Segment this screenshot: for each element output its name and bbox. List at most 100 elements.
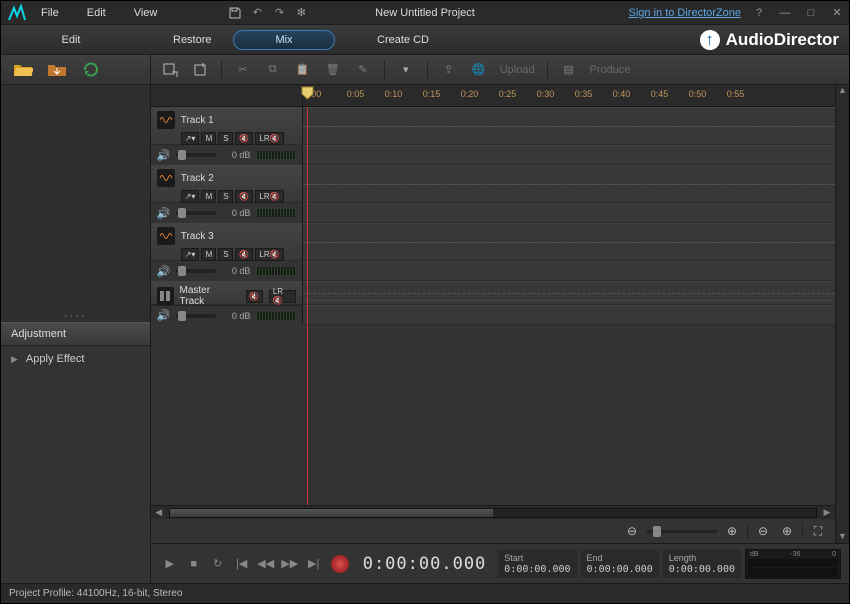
track-lane[interactable] <box>303 107 835 144</box>
add-clip-icon[interactable] <box>161 61 179 79</box>
speaker-icon[interactable]: 🔇 <box>235 190 253 203</box>
goto-start-button[interactable]: |◀ <box>231 553 253 575</box>
automation-icon[interactable]: ↗▾ <box>181 248 200 261</box>
track-lane[interactable] <box>303 305 835 324</box>
goto-end-button[interactable]: ▶| <box>303 553 325 575</box>
mute-button[interactable]: M <box>201 248 216 261</box>
lr-button[interactable]: LR🔇 <box>255 132 283 145</box>
tab-create-cd[interactable]: Create CD <box>363 25 443 55</box>
track-header: Track 3 ↗▾ M S 🔇 LR🔇 <box>151 223 303 260</box>
produce-icon[interactable]: ▤ <box>560 61 578 79</box>
rewind-button[interactable]: ◀◀ <box>255 553 277 575</box>
refresh-icon[interactable] <box>81 62 101 78</box>
master-track-icon <box>157 287 174 305</box>
track-lane[interactable] <box>303 145 835 164</box>
track-lane[interactable] <box>303 165 835 202</box>
mute-button[interactable]: M <box>201 132 216 145</box>
solo-button[interactable]: S <box>218 248 233 261</box>
signin-link[interactable]: Sign in to DirectorZone <box>629 7 742 19</box>
tab-mix[interactable]: Mix <box>233 30 335 50</box>
produce-button[interactable]: Produce <box>590 64 631 76</box>
menu-file[interactable]: File <box>37 5 63 21</box>
open-folder-icon[interactable] <box>13 62 33 78</box>
track-name-label[interactable]: Master Track <box>180 285 234 307</box>
automation-icon[interactable]: ↗▾ <box>181 190 200 203</box>
volume-icon[interactable]: 🔊 <box>157 207 171 220</box>
track-name-label[interactable]: Track 1 <box>181 115 214 126</box>
track-lane[interactable] <box>303 281 835 304</box>
volume-slider[interactable] <box>176 269 216 273</box>
solo-button[interactable]: S <box>218 190 233 203</box>
track-lane[interactable] <box>303 223 835 260</box>
minimize-icon[interactable]: — <box>777 5 793 21</box>
selection-start: Start 0:00:00.000 <box>498 550 576 578</box>
loop-button[interactable]: ↻ <box>207 553 229 575</box>
automation-icon[interactable]: ↗▾ <box>181 132 200 145</box>
cut-icon[interactable]: ✂ <box>234 61 252 79</box>
volume-slider[interactable] <box>176 153 216 157</box>
zoom-in-h-icon[interactable]: ⊕ <box>723 522 741 540</box>
tab-edit[interactable]: Edit <box>1 25 141 55</box>
record-button[interactable] <box>329 553 351 575</box>
maximize-icon[interactable]: □ <box>803 5 819 21</box>
import-folder-icon[interactable] <box>47 62 67 78</box>
volume-slider[interactable] <box>176 211 216 215</box>
close-icon[interactable]: ✕ <box>829 5 845 21</box>
track-name-label[interactable]: Track 3 <box>181 231 214 242</box>
zoom-out-v-icon[interactable]: ⊖ <box>754 522 772 540</box>
speaker-icon[interactable]: 🔇 <box>235 248 253 261</box>
track-name-label[interactable]: Track 2 <box>181 173 214 184</box>
paste-icon[interactable]: 📋 <box>294 61 312 79</box>
track-volume-row: 🔊 0 dB <box>151 203 302 223</box>
help-icon[interactable]: ? <box>751 5 767 21</box>
marker-icon[interactable]: ▾ <box>397 61 415 79</box>
copy-icon[interactable]: ⧉ <box>264 61 282 79</box>
lr-button[interactable]: LR🔇 <box>269 290 296 303</box>
delete-icon[interactable]: 🗑 <box>324 61 342 79</box>
stop-button[interactable]: ■ <box>183 553 205 575</box>
web-icon[interactable]: 🌐 <box>470 61 488 79</box>
track-volume-row: 🔊 0 dB <box>151 305 302 325</box>
apply-effect-row[interactable]: ▶ Apply Effect <box>1 346 150 372</box>
track-lane[interactable] <box>303 261 835 280</box>
mute-button[interactable]: M <box>201 190 216 203</box>
resize-grip[interactable]: ···· <box>64 310 87 322</box>
zoom-slider[interactable] <box>647 530 717 533</box>
menu-view[interactable]: View <box>130 5 162 21</box>
add-track-icon[interactable] <box>191 61 209 79</box>
library-toolbar <box>1 55 150 85</box>
lr-button[interactable]: LR🔇 <box>255 190 283 203</box>
menubar: File Edit View ↶ ↷ ✻ New Untitled Projec… <box>1 1 849 25</box>
lr-button[interactable]: LR🔇 <box>255 248 283 261</box>
settings-icon[interactable]: ✻ <box>293 5 309 21</box>
speaker-icon[interactable]: 🔇 <box>246 290 263 303</box>
forward-button[interactable]: ▶▶ <box>279 553 301 575</box>
volume-icon[interactable]: 🔊 <box>157 265 171 278</box>
track-volume-row: 🔊 0 dB <box>151 261 302 281</box>
volume-slider[interactable] <box>176 314 216 318</box>
time-ruler[interactable]: :000:050:100:150:200:250:300:350:400:450… <box>151 85 835 107</box>
redo-icon[interactable]: ↷ <box>271 5 287 21</box>
edit-icon[interactable]: ✎ <box>354 61 372 79</box>
master-track-row: Master Track 🔇 LR🔇 <box>151 281 835 305</box>
solo-button[interactable]: S <box>218 132 233 145</box>
playhead-marker[interactable] <box>301 86 314 100</box>
track-header: Track 2 ↗▾ M S 🔇 LR🔇 <box>151 165 303 202</box>
upload-button[interactable]: Upload <box>500 64 535 76</box>
share-icon[interactable]: ⇪ <box>440 61 458 79</box>
zoom-out-h-icon[interactable]: ⊖ <box>623 522 641 540</box>
play-button[interactable]: ▶ <box>159 553 181 575</box>
menu-edit[interactable]: Edit <box>83 5 110 21</box>
volume-icon[interactable]: 🔊 <box>157 309 171 322</box>
tab-restore[interactable]: Restore <box>159 25 229 55</box>
undo-icon[interactable]: ↶ <box>249 5 265 21</box>
volume-icon[interactable]: 🔊 <box>157 149 171 162</box>
vertical-scrollbar[interactable]: ▲ ▼ <box>835 85 849 543</box>
speaker-icon[interactable]: 🔇 <box>235 132 253 145</box>
horizontal-scrollbar[interactable]: ◀ ▶ <box>151 505 835 519</box>
adjustment-header[interactable]: Adjustment <box>1 322 150 346</box>
save-icon[interactable] <box>227 5 243 21</box>
track-lane[interactable] <box>303 203 835 222</box>
zoom-in-v-icon[interactable]: ⊕ <box>778 522 796 540</box>
fit-icon[interactable]: ⛶ <box>809 522 827 540</box>
